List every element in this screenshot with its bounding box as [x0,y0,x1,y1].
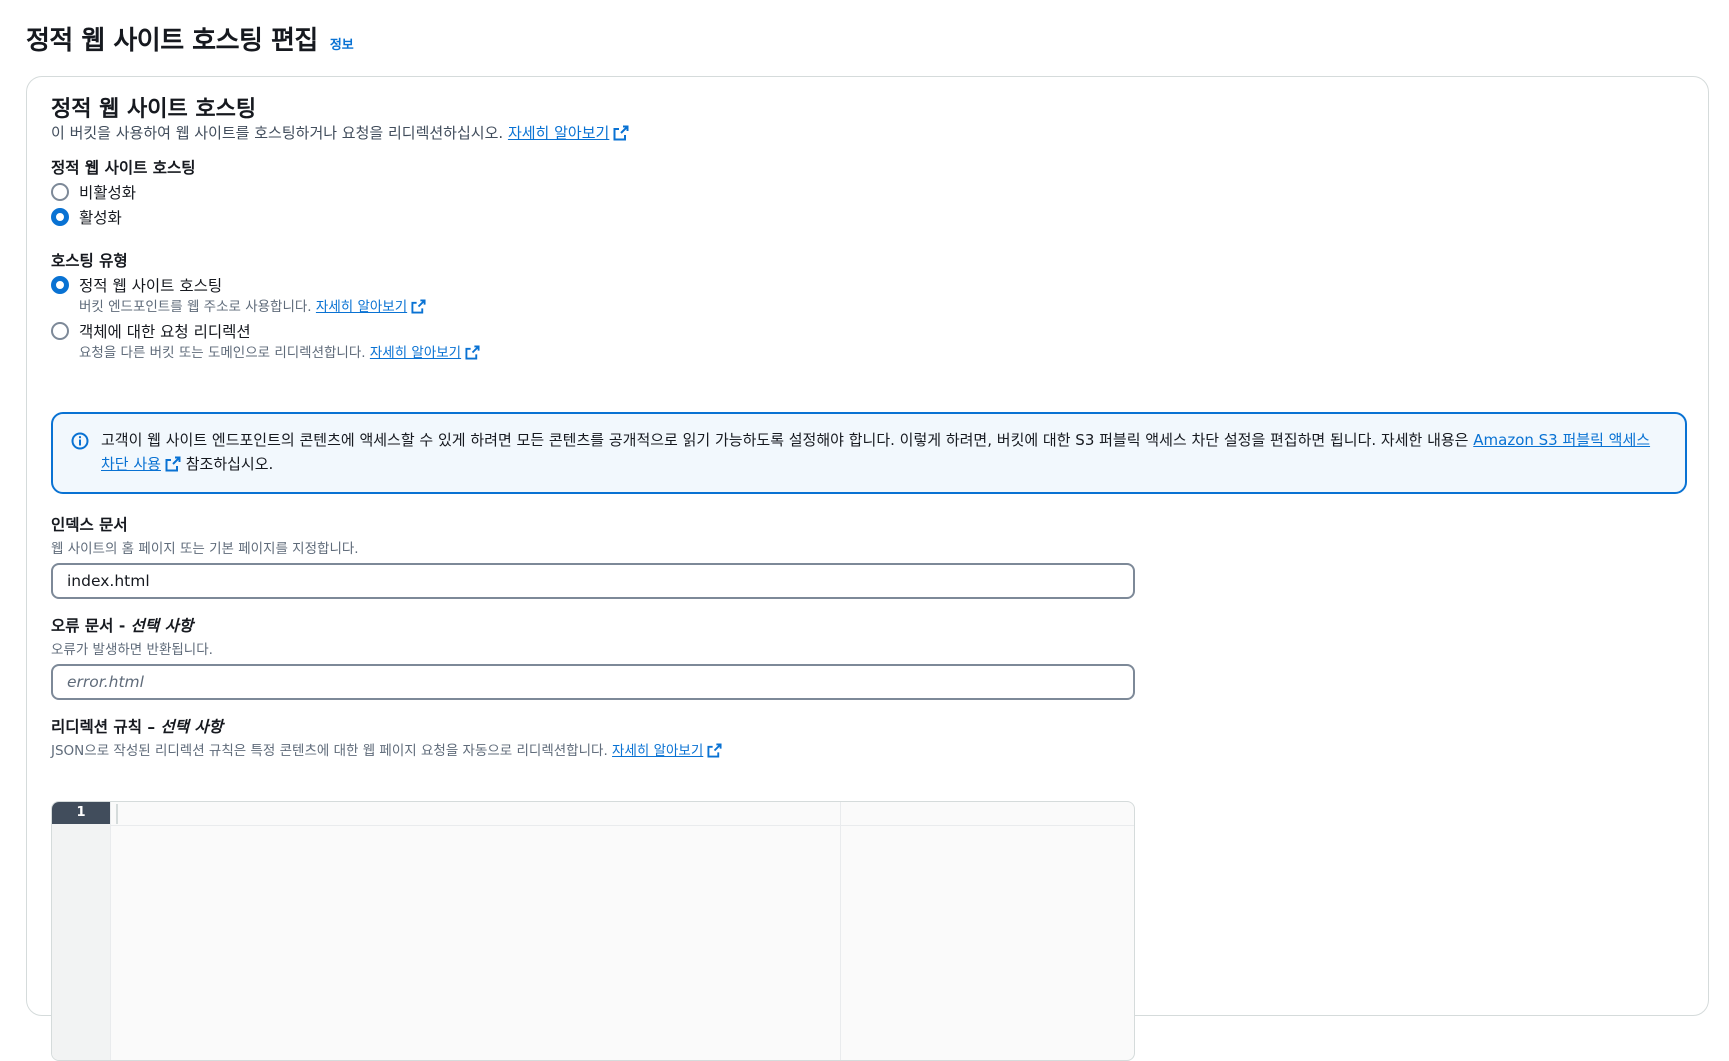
editor-cursor [116,804,118,824]
radio-disable-label: 비활성화 [79,184,137,202]
radio-enable-label: 활성화 [79,209,122,227]
info-icon [71,432,89,450]
info-link[interactable]: 정보 [330,34,354,53]
info-alert-text-before: 고객이 웹 사이트 엔드포인트의 콘텐츠에 액세스할 수 있게 하려면 모든 콘… [101,431,1474,449]
radio-static-hosting[interactable]: 정적 웹 사이트 호스팅 [51,274,222,296]
info-alert-text-after: 참조하십시오. [180,455,274,473]
redirect-learn-more-link[interactable]: 자세히 알아보기 [370,345,480,361]
radio-redirect-description: 요청을 다른 버킷 또는 도메인으로 리디렉션합니다. 자세히 알아보기 [79,341,480,361]
radio-enable[interactable]: 활성화 [51,206,122,228]
redirection-rules-description: JSON으로 작성된 리디렉션 규칙은 특정 콘텐츠에 대한 웹 페이지 요청을… [51,739,722,759]
learn-more-label: 자세히 알아보기 [507,124,610,142]
radio-static-hosting-circle[interactable] [51,276,69,294]
section-title: 정적 웹 사이트 호스팅 [51,97,257,122]
radio-static-hosting-description: 버킷 엔드포인트를 웹 주소로 사용합니다. 자세히 알아보기 [79,295,426,315]
index-document-input[interactable] [51,563,1135,599]
redirection-rules-label-text: 리디렉션 규칙 – [51,718,161,736]
page-header: 정적 웹 사이트 호스팅 편집 정보 [26,20,354,57]
index-document-label: 인덱스 문서 [51,516,128,534]
static-hosting-learn-more-label: 자세히 알아보기 [315,299,408,315]
redirection-rules-learn-more-label: 자세히 알아보기 [612,743,704,759]
external-link-icon [411,299,426,314]
external-link-icon [613,125,629,141]
radio-disable-circle[interactable] [51,183,69,201]
redirection-rules-label: 리디렉션 규칙 – 선택 사항 [51,715,223,737]
info-alert-text: 고객이 웹 사이트 엔드포인트의 콘텐츠에 액세스할 수 있게 하려면 모든 콘… [101,428,1655,476]
index-document-description: 웹 사이트의 홈 페이지 또는 기본 페이지를 지정합니다. [51,541,359,557]
static-hosting-panel: 정적 웹 사이트 호스팅 이 버킷을 사용하여 웹 사이트를 호스팅하거나 요청… [26,76,1709,1061]
redirection-rules-editor[interactable]: 1 [51,801,1135,1061]
learn-more-link[interactable]: 자세히 알아보기 [508,124,629,142]
hosting-type-label: 호스팅 유형 [51,252,128,270]
radio-redirect[interactable]: 객체에 대한 요청 리디렉션 [51,320,251,342]
error-document-label-text: 오류 문서 - [51,617,131,635]
redirect-learn-more-label: 자세히 알아보기 [369,345,462,361]
page-title: 정적 웹 사이트 호스팅 편집 [26,26,318,56]
editor-line-number: 1 [52,802,110,824]
external-link-icon [165,456,181,472]
radio-static-hosting-label: 정적 웹 사이트 호스팅 [79,277,223,295]
radio-disable[interactable]: 비활성화 [51,181,136,203]
radio-static-hosting-desc-text: 버킷 엔드포인트를 웹 주소로 사용합니다. [79,299,312,315]
redirection-rules-learn-more-link[interactable]: 자세히 알아보기 [612,743,722,759]
radio-redirect-circle[interactable] [51,322,69,340]
error-document-label: 오류 문서 - 선택 사항 [51,614,193,636]
page: 정적 웹 사이트 호스팅 편집 정보 정적 웹 사이트 호스팅 이 버킷을 사용… [0,0,1729,1061]
error-document-description: 오류가 발생하면 반환됩니다. [51,642,213,658]
error-document-optional: 선택 사항 [130,617,194,635]
info-alert: 고객이 웹 사이트 엔드포인트의 콘텐츠에 액세스할 수 있게 하려면 모든 콘… [51,412,1687,494]
editor-gutter [52,802,111,1060]
editor-active-line [110,825,1134,826]
external-link-icon [465,345,480,360]
redirection-rules-desc-text: JSON으로 작성된 리디렉션 규칙은 특정 콘텐츠에 대한 웹 페이지 요청을… [51,743,608,759]
section-description: 이 버킷을 사용하여 웹 사이트를 호스팅하거나 요청을 리디렉션하십시오. 자… [51,122,629,143]
hosting-label: 정적 웹 사이트 호스팅 [51,159,196,177]
static-hosting-learn-more-link[interactable]: 자세히 알아보기 [316,299,426,315]
section-description-text: 이 버킷을 사용하여 웹 사이트를 호스팅하거나 요청을 리디렉션하십시오. [51,124,504,142]
radio-enable-circle[interactable] [51,208,69,226]
redirection-rules-optional: 선택 사항 [160,718,223,736]
error-document-input[interactable] [51,664,1135,700]
editor-print-margin [840,802,841,1060]
radio-redirect-desc-text: 요청을 다른 버킷 또는 도메인으로 리디렉션합니다. [79,345,366,361]
radio-redirect-label: 객체에 대한 요청 리디렉션 [79,323,251,341]
external-link-icon [707,743,722,758]
